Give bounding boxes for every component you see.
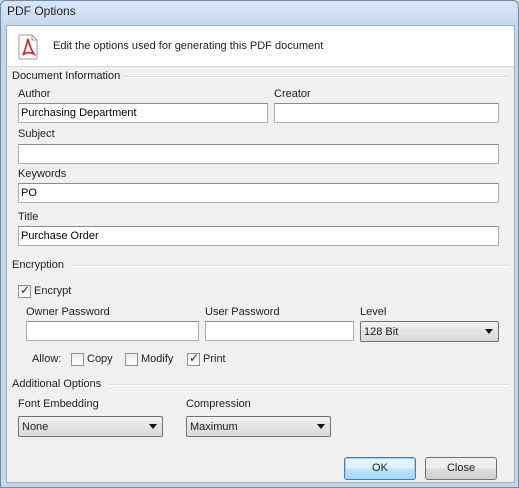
author-input[interactable] [18,103,268,123]
level-select[interactable]: 128 Bit [360,321,499,342]
section-divider [109,384,509,386]
section-divider [73,265,509,267]
subject-input[interactable] [18,144,499,164]
title-input[interactable] [18,226,499,246]
banner-text: Edit the options used for generating thi… [53,40,324,52]
user-password-label: User Password [205,306,280,318]
title-label: Title [18,211,39,223]
keywords-label: Keywords [18,168,67,180]
author-label: Author [18,88,51,100]
level-label: Level [360,306,387,318]
checkmark-icon: ✓ [20,283,31,297]
modify-label: Modify [141,353,174,365]
level-value: 128 Bit [364,326,399,338]
chevron-down-icon [149,424,157,429]
encryption-heading: Encryption [12,259,64,271]
dialog-body: Edit the options used for generating thi… [6,25,515,483]
dialog-window: PDF Options Edit the options used for ge… [0,0,519,488]
subject-label: Subject [18,128,55,140]
copy-label: Copy [87,353,113,365]
chevron-down-icon [485,329,493,334]
encrypt-checkbox[interactable]: ✓ [18,283,31,298]
print-checkbox[interactable]: ✓ [187,351,200,366]
header-banner: Edit the options used for generating thi… [7,26,514,67]
modify-checkbox[interactable] [125,353,138,366]
encrypt-label: Encrypt [34,285,72,297]
document-information-heading: Document Information [12,70,121,82]
user-password-input[interactable] [205,321,354,341]
compression-label: Compression [186,398,251,410]
print-label: Print [203,353,226,365]
additional-options-heading: Additional Options [12,378,102,390]
compression-select[interactable]: Maximum [186,416,331,437]
ok-button[interactable]: OK [344,457,416,480]
checkmark-icon: ✓ [189,351,200,365]
owner-password-label: Owner Password [26,306,110,318]
owner-password-input[interactable] [26,321,199,341]
keywords-input[interactable] [18,183,499,203]
compression-value: Maximum [190,421,238,433]
font-embedding-select[interactable]: None [18,416,163,437]
window-title: PDF Options [7,4,76,18]
font-embedding-label: Font Embedding [18,398,99,410]
pdf-icon [17,34,39,60]
allow-label: Allow: [32,353,62,365]
creator-label: Creator [274,88,311,100]
section-divider [123,76,509,78]
copy-checkbox[interactable] [71,353,84,366]
close-button[interactable]: Close [425,457,497,480]
chevron-down-icon [317,424,325,429]
creator-input[interactable] [274,103,499,123]
font-embedding-value: None [22,421,49,433]
